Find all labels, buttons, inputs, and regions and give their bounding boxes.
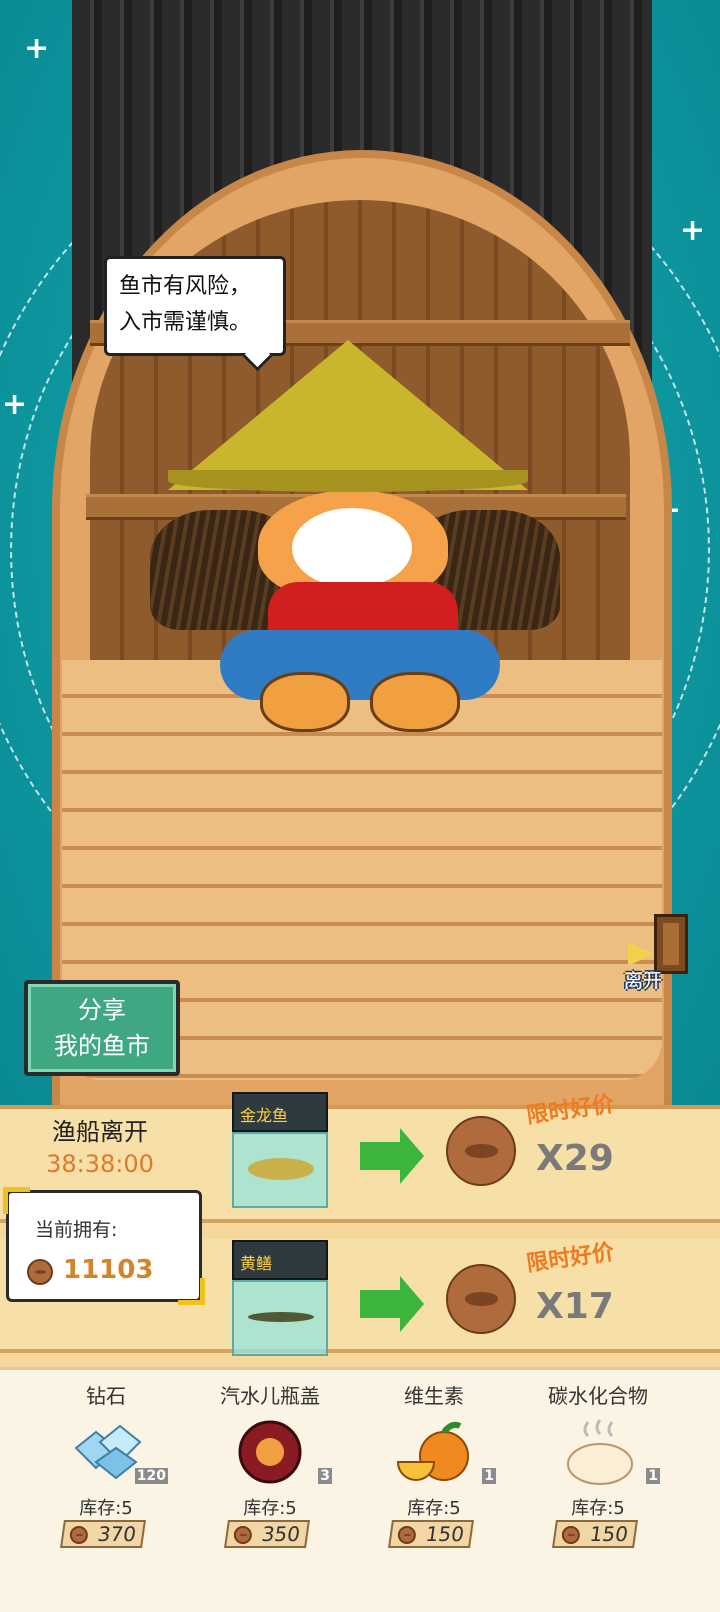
bottle-cap-icon [230, 1418, 310, 1486]
fish-tank: 金龙鱼 [232, 1092, 328, 1210]
fish-name: 金龙鱼 [240, 1106, 289, 1125]
shop-item-name: 维生素 [404, 1384, 464, 1408]
straw-hat-brim [168, 470, 528, 492]
offer-price: X29 [536, 1138, 614, 1179]
speech-line-1: 鱼市有风险， [119, 274, 252, 299]
fish-tank-glass [232, 1132, 328, 1208]
shop-item-count: 3 [318, 1468, 332, 1484]
arrow-right-icon [628, 942, 654, 966]
cat-paw-left [260, 672, 350, 732]
shop-item-count: 1 [646, 1468, 660, 1484]
fish-offer[interactable]: 黄鳝 限时好价 X17 [226, 1240, 646, 1370]
fish-coin-icon [446, 1116, 516, 1186]
cat-muzzle [292, 508, 412, 588]
sparkle-icon: + [680, 213, 706, 248]
shop-item-price-button[interactable]: 150 [388, 1520, 474, 1548]
arowana-fish-icon [248, 1158, 314, 1180]
shop-item-name: 碳水化合物 [548, 1384, 648, 1408]
fish-offer[interactable]: 金龙鱼 限时好价 X29 [226, 1092, 646, 1222]
owned-value: 11103 [63, 1255, 154, 1285]
sparkle-icon: + [2, 387, 28, 422]
shop-item-price-button[interactable]: 150 [552, 1520, 638, 1548]
door-icon [654, 914, 688, 974]
shop-item-name: 汽水儿瓶盖 [220, 1384, 320, 1408]
owned-currency-box: 当前拥有: 11103 [3, 1187, 205, 1305]
shop-item-price: 370 [96, 1522, 138, 1546]
boat-departure-timer: 38:38:00 [46, 1150, 154, 1178]
offer-price: X17 [536, 1286, 614, 1327]
orange-icon [394, 1418, 474, 1486]
leave-button[interactable]: 离开 [624, 914, 690, 994]
fishing-boat-scene: + + + + + 鱼市有风险， 入市需谨慎。 分享 我的鱼市 离开 [0, 0, 720, 1138]
fish-coin-icon [233, 1526, 252, 1544]
speech-bubble: 鱼市有风险， 入市需谨慎。 [104, 256, 286, 356]
sparkle-icon: + [24, 31, 50, 66]
shop-item-price: 150 [424, 1522, 466, 1546]
cat-paw-right [370, 672, 460, 732]
shop-item-price: 350 [260, 1522, 302, 1546]
shop-item-diamond[interactable]: 钻石 120 库存:5 370 [24, 1370, 188, 1612]
shop-item-price: 150 [588, 1522, 630, 1546]
straw-hat [168, 340, 528, 490]
fish-coin-icon [446, 1264, 516, 1334]
fish-coin-icon [27, 1259, 53, 1285]
arrow-right-icon [360, 1128, 424, 1184]
fish-tank-lid: 黄鳝 [232, 1240, 328, 1280]
leave-label: 离开 [624, 970, 663, 992]
owned-label: 当前拥有: [35, 1219, 118, 1241]
shop-item-stock: 库存:5 [243, 1498, 297, 1519]
limited-deal-label: 限时好价 [525, 1239, 616, 1277]
fish-tank: 黄鳝 [232, 1240, 328, 1358]
speech-line-2: 入市需谨慎。 [119, 310, 252, 335]
fish-name: 黄鳝 [240, 1254, 273, 1273]
fish-tank-lid: 金龙鱼 [232, 1092, 328, 1132]
shop-row: 钻石 120 库存:5 370 汽水儿瓶盖 3 库存:5 350 维生素 1 库… [0, 1367, 720, 1612]
shop-item-bottle-cap[interactable]: 汽水儿瓶盖 3 库存:5 350 [188, 1370, 352, 1612]
shop-item-name: 钻石 [86, 1384, 126, 1408]
boat-departure-title: 渔船离开 [52, 1118, 148, 1146]
limited-deal-label: 限时好价 [525, 1091, 616, 1129]
eel-icon [248, 1312, 314, 1322]
shop-item-stock: 库存:5 [571, 1498, 625, 1519]
shop-item-stock: 库存:5 [407, 1498, 461, 1519]
fish-coin-icon [561, 1526, 580, 1544]
bun-icon [558, 1418, 638, 1486]
shop-item-stock: 库存:5 [79, 1498, 133, 1519]
shop-item-price-button[interactable]: 350 [224, 1520, 310, 1548]
shop-item-count: 120 [134, 1468, 168, 1484]
shop-item-carbohydrate[interactable]: 碳水化合物 1 库存:5 150 [516, 1370, 680, 1612]
share-button-line-2: 我的鱼市 [54, 1032, 150, 1060]
fish-coin-icon [397, 1526, 416, 1544]
shop-item-count: 1 [482, 1468, 496, 1484]
share-button-line-1: 分享 [78, 996, 126, 1024]
arrow-right-icon [360, 1276, 424, 1332]
shop-item-price-button[interactable]: 370 [60, 1520, 146, 1548]
shop-item-vitamin[interactable]: 维生素 1 库存:5 150 [352, 1370, 516, 1612]
fish-coin-icon [69, 1526, 88, 1544]
fish-tank-glass [232, 1280, 328, 1356]
share-my-market-button[interactable]: 分享 我的鱼市 [24, 980, 180, 1076]
